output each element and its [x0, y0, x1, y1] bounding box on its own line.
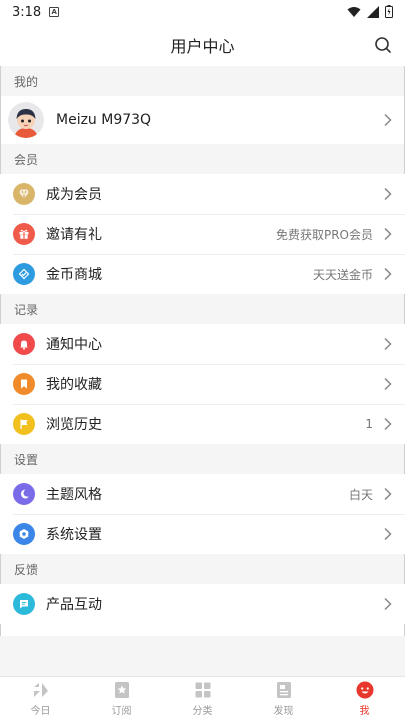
row-my-favorites[interactable]: 我的收藏 — [0, 364, 405, 404]
row-coin-mall[interactable]: 金币商城 天天送金币 — [0, 254, 405, 294]
search-icon[interactable] — [373, 35, 393, 55]
row-system-settings[interactable]: 系统设置 — [0, 514, 405, 554]
settings-hex-icon — [13, 523, 35, 545]
page-title: 用户中心 — [170, 37, 235, 56]
row-notification-center[interactable]: 通知中心 — [0, 324, 405, 364]
row-label: 产品互动 — [46, 597, 102, 613]
moon-icon — [13, 483, 35, 505]
bottom-spacer — [0, 636, 405, 676]
avatar — [8, 102, 44, 138]
battery-icon — [385, 5, 393, 18]
today-icon — [33, 683, 48, 697]
tab-label: 我 — [359, 706, 370, 717]
category-icon — [195, 682, 210, 698]
row-label: 浏览历史 — [46, 417, 102, 433]
section-header-settings: 设置 — [0, 444, 405, 474]
gift-icon — [13, 223, 35, 245]
signal-icon — [367, 5, 379, 18]
row-value: 1 — [365, 417, 373, 431]
row-label: 邀请有礼 — [46, 227, 102, 243]
row-label: 系统设置 — [46, 527, 102, 543]
bookmark-icon — [13, 373, 35, 395]
profile-row[interactable]: Meizu M973Q — [0, 96, 405, 144]
flag-icon — [13, 413, 35, 435]
tab-label: 订阅 — [111, 706, 132, 717]
row-label: 我的收藏 — [46, 377, 102, 393]
row-browse-history[interactable]: 浏览历史 1 — [0, 404, 405, 444]
tab-label: 分类 — [192, 706, 213, 717]
subscribe-icon — [114, 682, 129, 698]
chevron-right-icon — [384, 337, 392, 351]
tab-category[interactable]: 分类 — [162, 677, 243, 720]
row-value: 白天 — [348, 487, 373, 502]
tab-today[interactable]: 今日 — [0, 677, 81, 720]
profile-name: Meizu M973Q — [56, 112, 152, 128]
coin-mall-icon — [13, 263, 35, 285]
status-bar: 3:18 A — [0, 0, 405, 24]
row-label: 主题风格 — [46, 487, 102, 503]
section-header-feedback: 反馈 — [0, 554, 405, 584]
chevron-right-icon — [384, 113, 392, 127]
chevron-right-icon — [384, 267, 392, 281]
tab-subscribe[interactable]: 订阅 — [81, 677, 162, 720]
row-label: 通知中心 — [46, 337, 102, 353]
notification-a-icon: A — [49, 7, 60, 17]
discover-icon — [276, 682, 291, 698]
section-header-record: 记录 — [0, 294, 405, 324]
chat-icon — [13, 593, 35, 615]
section-header-mine: 我的 — [0, 66, 405, 96]
chevron-right-icon — [384, 377, 392, 391]
chevron-right-icon — [384, 187, 392, 201]
wifi-icon — [347, 6, 361, 17]
bottom-tab-bar: 今日 订阅 分类 发现 我 — [0, 676, 405, 720]
tab-me[interactable]: 我 — [324, 677, 405, 720]
chevron-right-icon — [384, 597, 392, 611]
row-invite-gift[interactable]: 邀请有礼 免费获取PRO会员 — [0, 214, 405, 254]
section-header-member: 会员 — [0, 144, 405, 174]
row-label: 成为会员 — [46, 187, 102, 203]
chevron-right-icon — [384, 227, 392, 241]
bell-icon — [13, 333, 35, 355]
status-time: 3:18 — [12, 4, 42, 20]
chevron-right-icon — [384, 487, 392, 501]
me-icon — [356, 681, 373, 699]
row-value: 免费获取PRO会员 — [275, 227, 373, 242]
tab-label: 今日 — [30, 706, 51, 717]
row-label: 金币商城 — [46, 267, 102, 283]
member-diamond-icon — [13, 183, 35, 205]
chevron-right-icon — [384, 527, 392, 541]
row-become-member[interactable]: 成为会员 — [0, 174, 405, 214]
tab-label: 发现 — [273, 706, 294, 717]
row-product-interaction[interactable]: 产品互动 — [0, 584, 405, 624]
tab-discover[interactable]: 发现 — [243, 677, 324, 720]
row-theme-style[interactable]: 主题风格 白天 — [0, 474, 405, 514]
chevron-right-icon — [384, 417, 392, 431]
row-value: 天天送金币 — [312, 267, 373, 282]
app-header: 用户中心 — [0, 24, 405, 66]
